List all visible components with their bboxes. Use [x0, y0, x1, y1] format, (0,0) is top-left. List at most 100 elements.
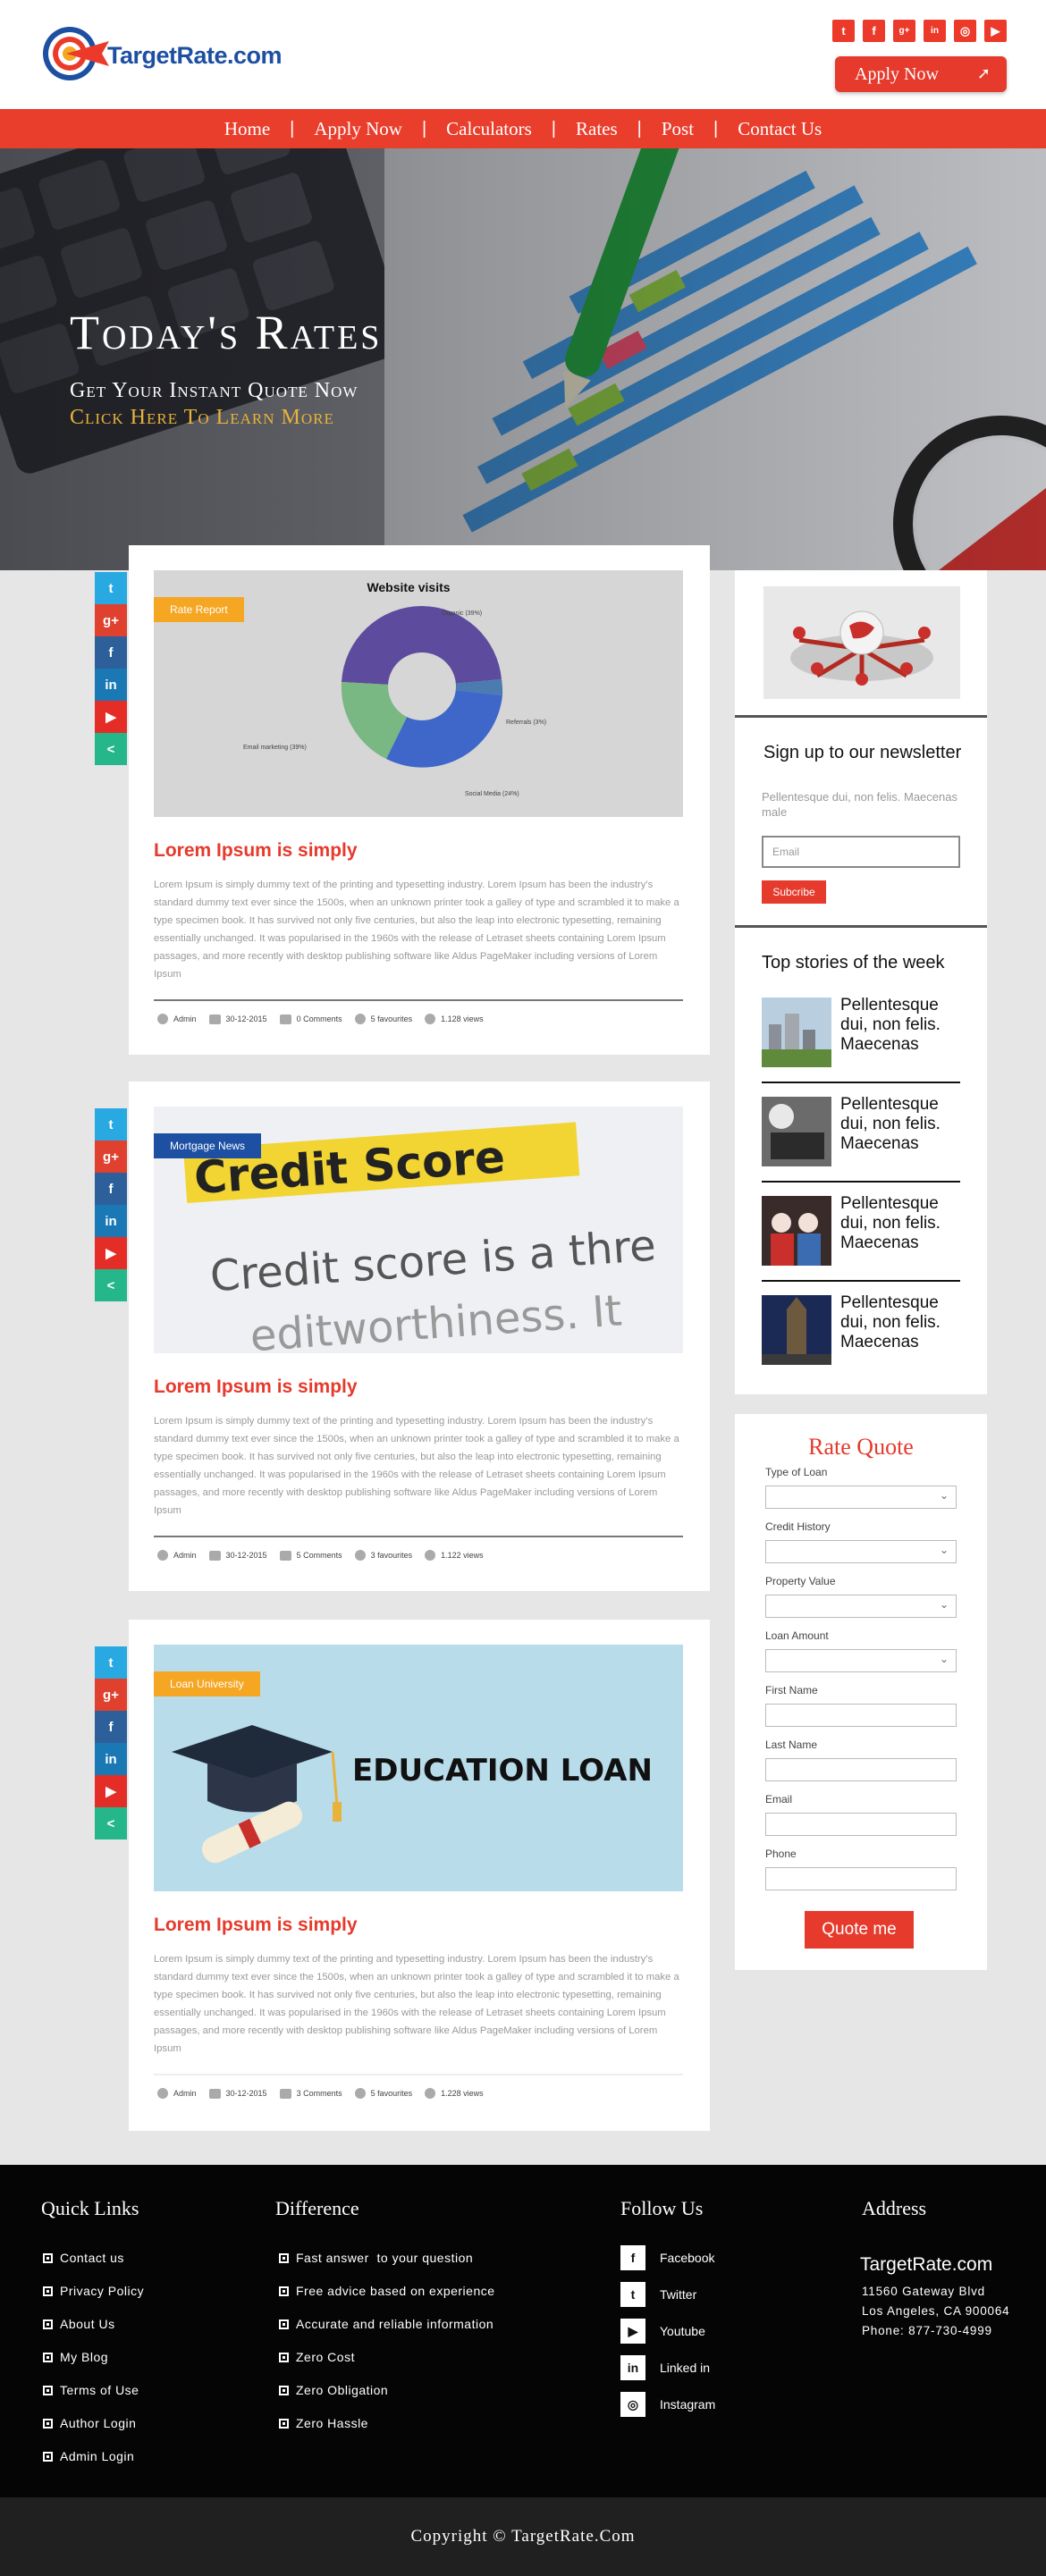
post-title[interactable]: Lorem Ipsum is simply	[154, 840, 358, 862]
top-stories-title: Top stories of the week	[762, 953, 945, 972]
square-bullet-icon	[43, 2385, 53, 2395]
user-icon	[157, 1014, 168, 1024]
divider	[762, 1082, 960, 1083]
footer-social-facebook[interactable]: f Facebook	[620, 2245, 714, 2270]
network-globe-image[interactable]	[763, 586, 960, 699]
nav-item-home[interactable]: Home	[205, 118, 290, 140]
post-tag[interactable]: Mortgage News	[154, 1133, 262, 1158]
share-twitter-icon[interactable]: t	[95, 572, 127, 604]
post-image-credit-score[interactable]: Credit Score Credit score is a thre edit…	[154, 1107, 683, 1353]
education-loan-headline: EDUCATION LOAN	[352, 1753, 653, 1789]
share-google-plus-icon[interactable]: g+	[95, 1141, 127, 1173]
footer-link[interactable]: Terms of Use	[43, 2383, 139, 2397]
footer-social-youtube[interactable]: ▶ Youtube	[620, 2319, 705, 2344]
story-item[interactable]: Pellentesque dui, non felis. Maecenas	[762, 985, 960, 1083]
story-item[interactable]: Pellentesque dui, non felis. Maecenas	[762, 1084, 960, 1183]
nav-item-post[interactable]: Post	[642, 118, 713, 140]
post-title[interactable]: Lorem Ipsum is simply	[154, 1376, 358, 1398]
share-youtube-icon[interactable]: ▶	[95, 1237, 127, 1269]
share-linkedin-icon[interactable]: in	[95, 1205, 127, 1237]
twitter-icon[interactable]: t	[832, 20, 855, 42]
footer-social-twitter[interactable]: t Twitter	[620, 2282, 696, 2307]
comments-meta[interactable]: 0 Comments	[279, 1014, 342, 1024]
share-linkedin-icon[interactable]: in	[95, 669, 127, 701]
square-bullet-icon	[279, 2286, 289, 2296]
share-youtube-icon[interactable]: ▶	[95, 1775, 127, 1807]
share-twitter-icon[interactable]: t	[95, 1646, 127, 1679]
youtube-icon[interactable]: ▶	[984, 20, 1007, 42]
instagram-icon[interactable]: ◎	[954, 20, 976, 42]
share-share-icon[interactable]: <	[95, 1269, 127, 1301]
story-item[interactable]: Pellentesque dui, non felis. Maecenas	[762, 1183, 960, 1282]
eye-icon	[425, 2088, 436, 2099]
email-input[interactable]	[765, 1813, 957, 1836]
share-google-plus-icon[interactable]: g+	[95, 1679, 127, 1711]
post-image-chart[interactable]: Website visits Organic (39%) Referrals (…	[154, 570, 683, 817]
post-body: Lorem Ipsum is simply dummy text of the …	[154, 880, 679, 980]
share-linkedin-icon[interactable]: in	[95, 1743, 127, 1775]
view-count: 1.228 views	[441, 2089, 484, 2098]
phone-input[interactable]	[765, 1867, 957, 1890]
calendar-icon	[208, 1550, 221, 1561]
field-label: Phone	[765, 1848, 797, 1860]
footer-link[interactable]: Contact us	[43, 2251, 124, 2265]
post-image-education-loan[interactable]: EDUCATION LOAN Loan University	[154, 1645, 683, 1891]
first-name-input[interactable]	[765, 1704, 957, 1727]
post-tag[interactable]: Loan University	[154, 1671, 260, 1696]
last-name-input[interactable]	[765, 1758, 957, 1781]
nav-item-apply-now[interactable]: Apply Now	[294, 118, 422, 140]
nav-item-calculators[interactable]: Calculators	[426, 118, 552, 140]
share-facebook-icon[interactable]: f	[95, 636, 127, 669]
comments-meta[interactable]: 5 Comments	[279, 1550, 342, 1561]
facebook-icon[interactable]: f	[863, 20, 885, 42]
favourites-meta[interactable]: 3 favourites	[354, 1550, 412, 1561]
author-meta[interactable]: Admin	[157, 1550, 197, 1561]
share-facebook-icon[interactable]: f	[95, 1173, 127, 1205]
footer-social-label: Youtube	[660, 2324, 705, 2338]
quote-me-button[interactable]: Quote me	[805, 1911, 914, 1949]
share-share-icon[interactable]: <	[95, 733, 127, 765]
footer-link[interactable]: About Us	[43, 2317, 115, 2331]
address-street: 11560 Gateway Blvd	[862, 2285, 985, 2298]
nav-item-rates[interactable]: Rates	[556, 118, 637, 140]
story-item[interactable]: Pellentesque dui, non felis. Maecenas	[762, 1283, 960, 1381]
rate-quote-form: Rate Quote Type of Loan ⌄ Credit History ⌄ P…	[735, 1414, 987, 1970]
share-google-plus-icon[interactable]: g+	[95, 604, 127, 636]
google-plus-icon[interactable]: g+	[893, 20, 915, 42]
nav-item-contact-us[interactable]: Contact Us	[718, 118, 841, 140]
share-youtube-icon[interactable]: ▶	[95, 701, 127, 733]
hero-learn-more-link[interactable]: Click Here To Learn More	[70, 406, 334, 430]
share-twitter-icon[interactable]: t	[95, 1108, 127, 1141]
post-tag[interactable]: Rate Report	[154, 597, 244, 622]
footer-link[interactable]: Admin Login	[43, 2449, 134, 2463]
chart-title: Website visits	[367, 580, 450, 594]
apply-now-button[interactable]: Apply Now ➚	[835, 56, 1007, 92]
footer-link[interactable]: My Blog	[43, 2350, 108, 2364]
loan-amount-select[interactable]: ⌄	[765, 1649, 957, 1672]
footer-social-instagram[interactable]: ◎ Instagram	[620, 2392, 715, 2417]
share-bar: t g+ f in ▶ <	[95, 1108, 127, 1301]
footer-link[interactable]: Privacy Policy	[43, 2284, 144, 2298]
footer-social-linked-in[interactable]: in Linked in	[620, 2355, 710, 2380]
share-share-icon[interactable]: <	[95, 1807, 127, 1839]
footer-link[interactable]: Author Login	[43, 2416, 136, 2430]
square-bullet-icon	[279, 2418, 289, 2429]
credit-history-select[interactable]: ⌄	[765, 1540, 957, 1563]
site-logo[interactable]: TargetRate.com	[39, 20, 283, 91]
share-facebook-icon[interactable]: f	[95, 1711, 127, 1743]
post-title[interactable]: Lorem Ipsum is simply	[154, 1915, 358, 1936]
linkedin-icon[interactable]: in	[924, 20, 946, 42]
comment-icon	[279, 2088, 291, 2099]
square-bullet-icon	[279, 2319, 289, 2329]
favourites-meta[interactable]: 5 favourites	[354, 1014, 412, 1024]
favourites-meta[interactable]: 5 favourites	[354, 2088, 412, 2099]
subscribe-button[interactable]: Subcribe	[762, 880, 826, 904]
property-value-select[interactable]: ⌄	[765, 1595, 957, 1618]
type-of-loan-select[interactable]: ⌄	[765, 1486, 957, 1509]
chart-label-social-media: Social Media (24%)	[465, 791, 519, 797]
author-meta[interactable]: Admin	[157, 2088, 197, 2099]
newsletter-email-input[interactable]: Email	[762, 836, 960, 868]
author-meta[interactable]: Admin	[157, 1014, 197, 1024]
comments-meta[interactable]: 3 Comments	[279, 2088, 342, 2099]
field-label: Last Name	[765, 1738, 818, 1751]
